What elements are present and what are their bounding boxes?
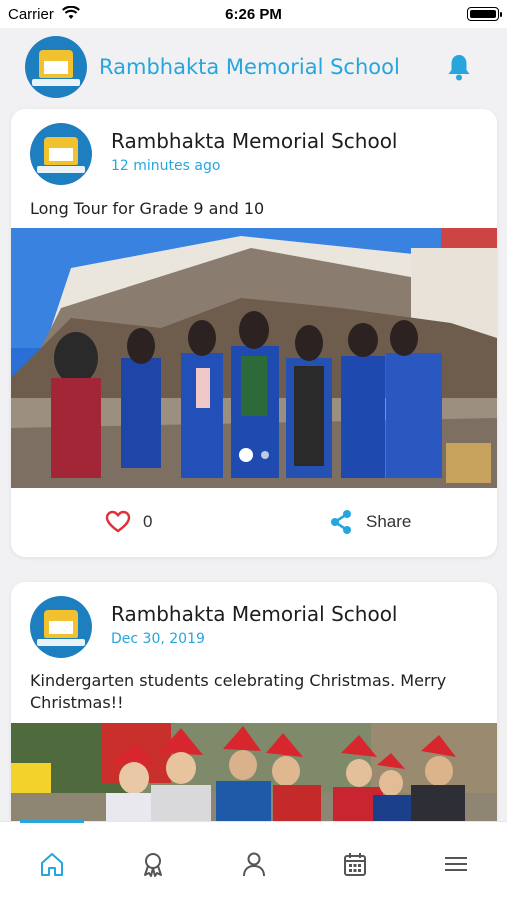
- post-card: Rambhakta Memorial School 12 minutes ago…: [11, 109, 497, 557]
- tab-profile[interactable]: [240, 850, 268, 878]
- tab-home[interactable]: [38, 850, 66, 878]
- school-logo: [25, 36, 87, 98]
- post-actions: 0 Share: [11, 488, 497, 557]
- tab-achievements[interactable]: [139, 850, 167, 878]
- award-icon: [144, 853, 162, 877]
- tab-menu[interactable]: [442, 850, 470, 878]
- post-author-avatar[interactable]: [30, 596, 92, 658]
- calendar-icon: [344, 853, 366, 876]
- status-bar: Carrier 6:26 PM: [0, 0, 507, 28]
- post-time: Dec 30, 2019: [111, 631, 205, 647]
- battery-icon: [467, 7, 502, 21]
- clock: 6:26 PM: [225, 6, 282, 23]
- post-time: 12 minutes ago: [111, 158, 221, 174]
- like-count: 0: [143, 511, 153, 531]
- post-text: Kindergarten students celebrating Christ…: [30, 671, 447, 712]
- school-name-title: Rambhakta Memorial School: [99, 55, 400, 79]
- post-text: Long Tour for Grade 9 and 10: [30, 199, 265, 218]
- like-button[interactable]: 0: [105, 510, 152, 533]
- menu-icon: [445, 857, 467, 871]
- user-icon: [243, 852, 265, 877]
- share-label: Share: [366, 512, 412, 531]
- home-icon: [41, 853, 63, 876]
- post-author-avatar[interactable]: [30, 123, 92, 185]
- heart-icon: [105, 510, 131, 533]
- bottom-tab-bar: [0, 820, 507, 900]
- post-card: Rambhakta Memorial School Dec 30, 2019 K…: [11, 582, 497, 842]
- carousel-dots[interactable]: [11, 446, 497, 464]
- share-icon: [331, 510, 351, 534]
- share-button[interactable]: Share: [329, 509, 411, 535]
- active-tab-indicator: [20, 820, 84, 823]
- bell-icon[interactable]: [446, 53, 472, 81]
- post-photo[interactable]: [11, 228, 497, 488]
- tab-calendar[interactable]: [341, 850, 369, 878]
- post-author: Rambhakta Memorial School: [111, 129, 398, 153]
- post-author: Rambhakta Memorial School: [111, 602, 398, 626]
- carousel-dot[interactable]: [239, 447, 253, 462]
- app-header: Rambhakta Memorial School: [0, 28, 507, 106]
- carousel-dot[interactable]: [261, 450, 269, 459]
